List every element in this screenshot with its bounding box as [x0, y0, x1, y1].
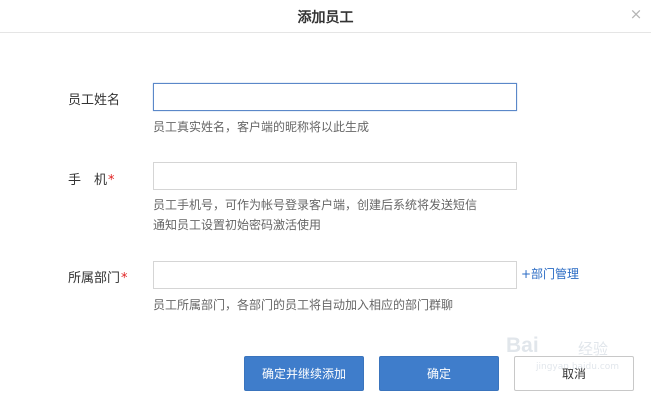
watermark-url: jingyan.baidu.com	[536, 362, 620, 372]
required-mark: *	[121, 271, 128, 286]
name-label: 员工姓名	[68, 89, 120, 108]
phone-hint-line1: 员工手机号，可作为帐号登录客户端，创建后系统将发送短信	[153, 198, 478, 212]
phone-label: 手 机*	[68, 169, 115, 188]
baidu-jingyan-watermark: Bai 经验 jingyan.baidu.com	[500, 322, 640, 378]
phone-label-text: 手 机	[68, 173, 108, 188]
department-input[interactable]	[153, 261, 517, 289]
phone-hint-line2: 通知员工设置初始密码激活使用	[153, 218, 322, 232]
name-hint: 员工真实姓名，客户端的昵称将以此生成	[153, 120, 370, 134]
add-employee-dialog: 添加员工 × 员工姓名 员工真实姓名，客户端的昵称将以此生成 手 机* 员工手机…	[0, 0, 651, 400]
dialog-header: 添加员工 ×	[0, 0, 651, 33]
save-and-continue-button[interactable]: 确定并继续添加	[244, 356, 364, 391]
watermark-brand: Bai	[506, 334, 539, 357]
phone-input[interactable]	[153, 162, 517, 190]
department-label-text: 所属部门	[68, 271, 121, 286]
department-manage-link[interactable]: +部门管理	[521, 265, 579, 282]
employee-name-input[interactable]	[153, 83, 517, 111]
department-hint: 员工所属部门，各部门的员工将自动加入相应的部门群聊	[153, 298, 454, 312]
confirm-button[interactable]: 确定	[379, 356, 499, 391]
dialog-title: 添加员工	[297, 10, 354, 26]
watermark-sub: 经验	[578, 340, 609, 358]
department-label: 所属部门*	[68, 267, 128, 286]
required-mark: *	[108, 173, 115, 188]
close-icon[interactable]: ×	[629, 7, 643, 22]
name-label-text: 员工姓名	[68, 93, 121, 108]
